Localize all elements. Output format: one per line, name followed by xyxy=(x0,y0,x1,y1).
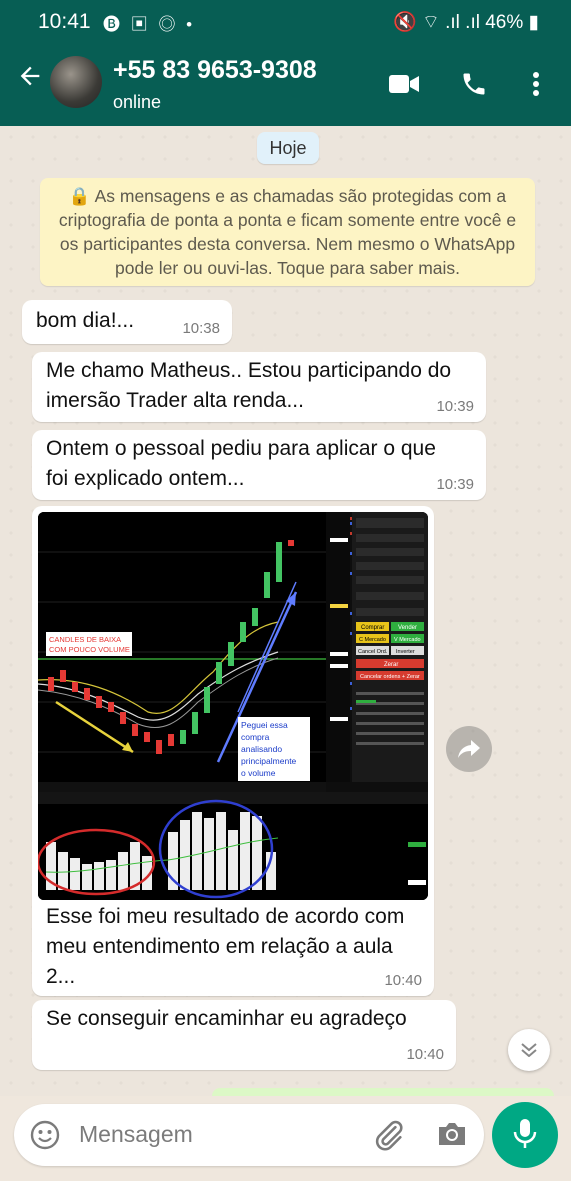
message-time: 10:39 xyxy=(436,398,474,415)
message-bubble[interactable]: bom dia!... 10:38 xyxy=(22,300,232,344)
message-time: 10:39 xyxy=(436,476,474,493)
chat-header: +55 83 9653-9308 online xyxy=(0,42,571,126)
message-text: Se conseguir encaminhar eu agradeço xyxy=(46,1007,407,1030)
contact-status: online xyxy=(113,92,162,112)
image-message-bubble[interactable]: CANDLES DE BAIXA COM POUCO VOLUME Peguei… xyxy=(32,506,434,996)
message-bubble[interactable]: Se conseguir encaminhar eu agradeço 10:4… xyxy=(32,1000,456,1070)
video-call-icon[interactable] xyxy=(384,64,424,104)
sell-button-image: Vender xyxy=(398,625,417,631)
attach-icon[interactable] xyxy=(372,1118,406,1157)
notification-icons: 🅑 ▣ ◎ • xyxy=(103,15,196,34)
message-bubble[interactable]: Me chamo Matheus.. Estou participando do… xyxy=(32,352,486,422)
message-time: 10:40 xyxy=(406,1046,444,1063)
message-text: bom dia!... xyxy=(36,309,135,332)
sell-market-image: V Mercado xyxy=(394,637,421,643)
message-text: Esse foi meu resultado de acordo com meu… xyxy=(46,905,405,988)
mic-icon xyxy=(512,1117,538,1154)
buy-button-image: Comprar xyxy=(361,625,384,631)
zero-image: Zerar xyxy=(384,662,398,668)
chat-area[interactable]: Hoje 🔒 As mensagens e as chamadas são pr… xyxy=(0,126,571,1096)
buy-market-image: C Mercado xyxy=(359,637,386,643)
message-input-bar[interactable]: Mensagem xyxy=(14,1104,484,1166)
message-time: 10:38 xyxy=(182,320,220,337)
contact-name[interactable]: +55 83 9653-9308 xyxy=(113,56,317,85)
candles-label-line2: COM POUCO VOLUME xyxy=(49,645,130,654)
emoji-icon[interactable] xyxy=(30,1120,60,1155)
avatar[interactable] xyxy=(50,56,102,108)
forward-icon[interactable] xyxy=(446,726,492,772)
outgoing-message-peek xyxy=(212,1088,554,1096)
back-arrow-icon[interactable] xyxy=(16,62,44,99)
mic-button[interactable] xyxy=(492,1102,558,1168)
invert-image: Inverter xyxy=(396,649,415,655)
message-input[interactable]: Mensagem xyxy=(79,1121,193,1148)
date-chip: Hoje xyxy=(257,132,319,164)
message-text: Me chamo Matheus.. Estou participando do… xyxy=(46,359,452,412)
status-time: 10:41 xyxy=(38,10,91,33)
message-time: 10:40 xyxy=(384,972,422,989)
encryption-notice[interactable]: 🔒 As mensagens e as chamadas são protegi… xyxy=(40,178,535,286)
more-options-icon[interactable] xyxy=(516,64,556,104)
camera-icon[interactable] xyxy=(436,1120,468,1153)
candles-label-line1: CANDLES DE BAIXA xyxy=(49,635,121,644)
cancel-zero-image: Cancelar ordens + Zerar xyxy=(360,674,420,680)
trading-chart-image[interactable]: CANDLES DE BAIXA COM POUCO VOLUME Peguei… xyxy=(38,512,428,900)
voice-call-icon[interactable] xyxy=(454,64,494,104)
status-bar: 10:41 🅑 ▣ ◎ • 🔇 ⌔ .ıl .ıl 46% ▮ xyxy=(0,0,571,42)
scroll-to-bottom-button[interactable] xyxy=(508,1029,550,1071)
cancel-order-image: Cancel Ord. xyxy=(358,649,388,655)
message-bubble[interactable]: Ontem o pessoal pediu para aplicar o que… xyxy=(32,430,486,500)
status-right-icons: 🔇 ⌔ .ıl .ıl 46% ▮ xyxy=(393,12,539,33)
encryption-notice-text: 🔒 As mensagens e as chamadas são protegi… xyxy=(58,186,517,278)
message-text: Ontem o pessoal pediu para aplicar o que… xyxy=(46,437,436,490)
